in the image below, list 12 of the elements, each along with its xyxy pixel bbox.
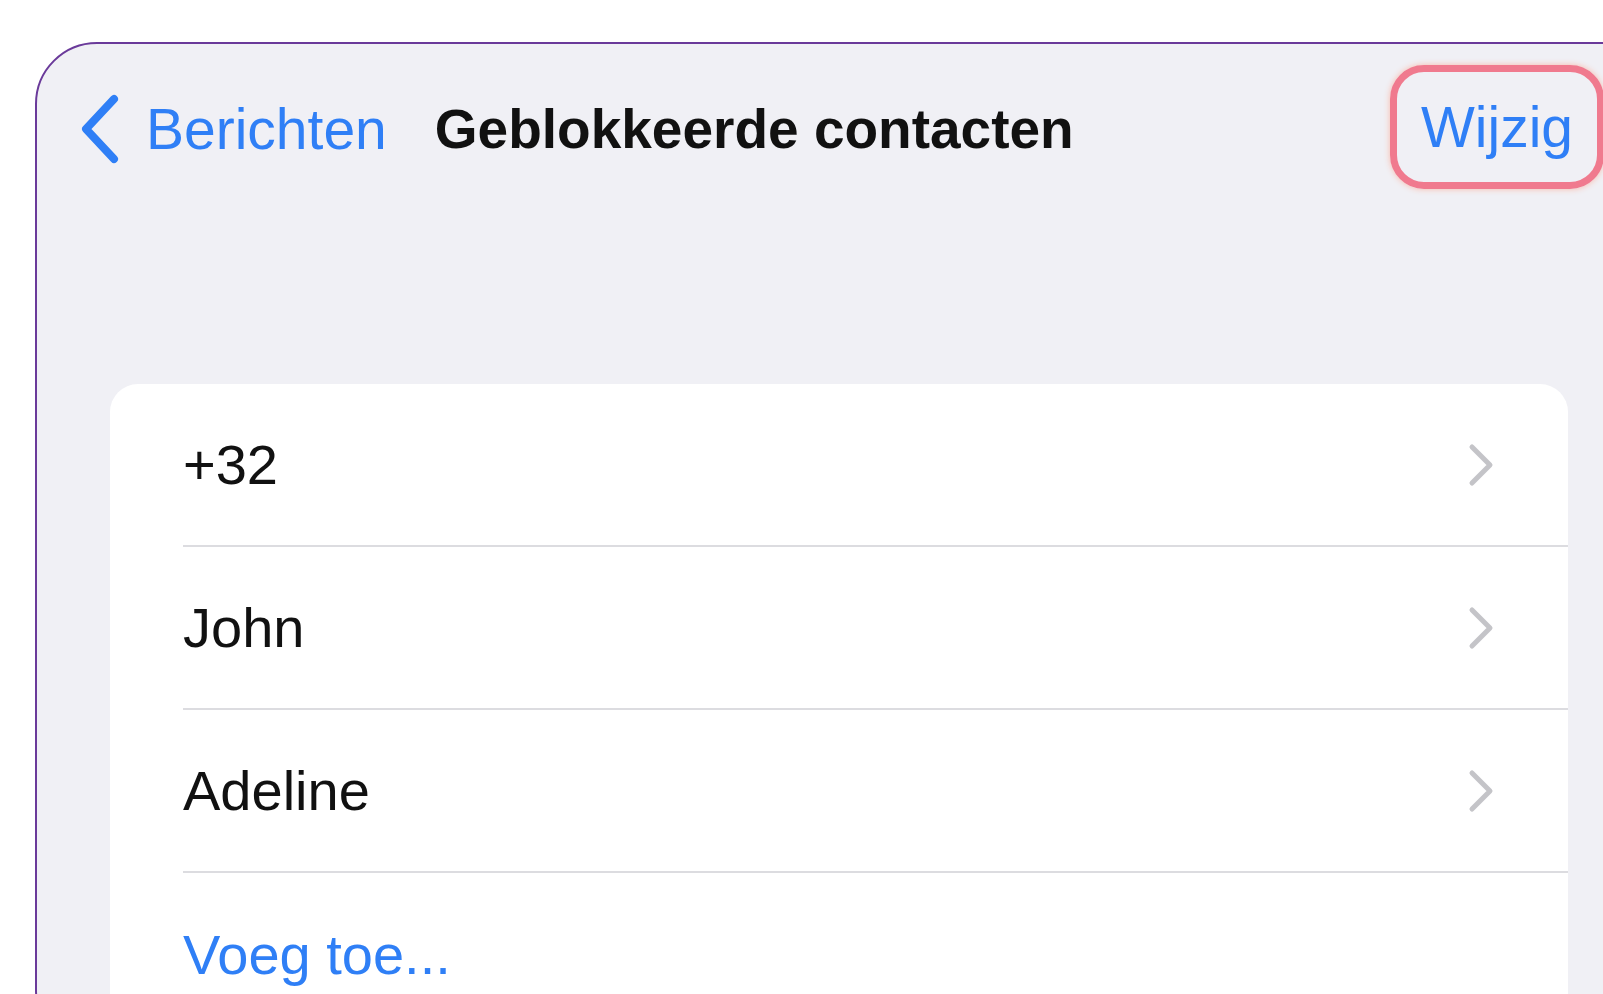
back-chevron-icon xyxy=(80,94,120,164)
contact-row[interactable]: Adeline xyxy=(183,710,1568,873)
contact-row[interactable]: +32 xyxy=(183,384,1568,547)
contact-name: Adeline xyxy=(183,758,371,823)
contact-name: +32 xyxy=(183,432,279,497)
chevron-right-icon xyxy=(1468,442,1494,487)
contact-row[interactable]: John xyxy=(183,547,1568,710)
chevron-right-icon xyxy=(1468,605,1494,650)
page-title: Geblokkeerde contacten xyxy=(434,97,1075,161)
add-contact-link[interactable]: Voeg toe... xyxy=(183,922,451,987)
contact-name: John xyxy=(183,595,306,660)
chevron-right-icon xyxy=(1468,768,1494,813)
